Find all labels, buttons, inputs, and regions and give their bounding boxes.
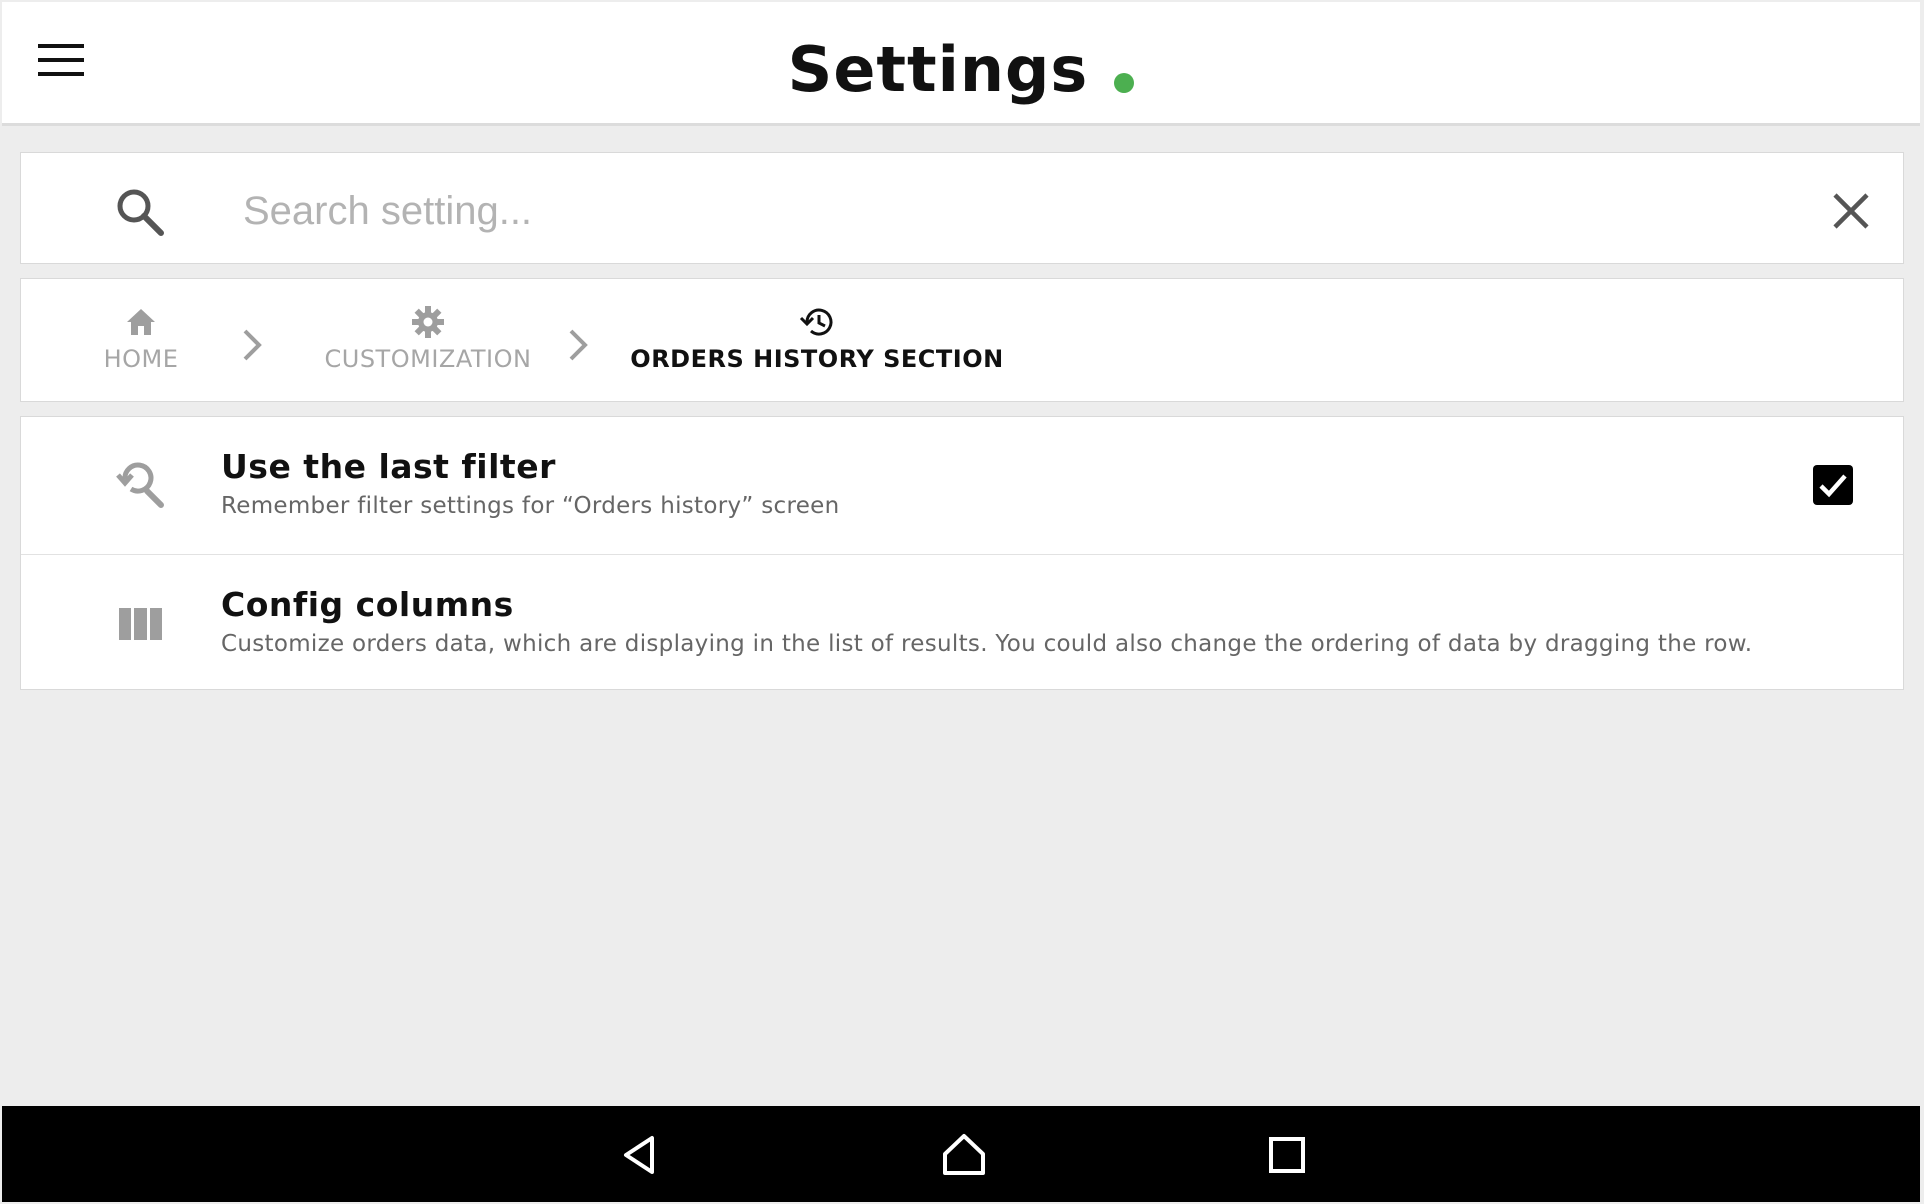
history-icon (799, 308, 833, 336)
home-icon (127, 309, 155, 335)
settings-list: Use the last filter Remember filter sett… (20, 416, 1904, 690)
breadcrumb-home[interactable]: HOME (83, 305, 199, 385)
breadcrumb: HOME CUSTOMIZATION ORDERS HISTORY SECTIO… (20, 278, 1904, 402)
setting-config-columns[interactable]: Config columns Customize orders data, wh… (21, 554, 1903, 692)
recents-icon (1269, 1137, 1305, 1173)
recents-button[interactable] (1260, 1128, 1314, 1182)
breadcrumb-label: CUSTOMIZATION (324, 345, 532, 373)
check-icon (1819, 474, 1847, 498)
use-last-filter-checkbox[interactable] (1813, 465, 1853, 505)
breadcrumb-orders-history[interactable]: ORDERS HISTORY SECTION (627, 305, 1007, 385)
setting-description: Remember filter settings for “Orders his… (221, 493, 840, 519)
search-bar (20, 152, 1904, 264)
status-indicator (1114, 72, 1135, 93)
columns-icon (119, 608, 162, 640)
breadcrumb-label: ORDERS HISTORY SECTION (630, 345, 1004, 373)
search-icon (113, 185, 167, 239)
setting-title: Config columns (221, 585, 514, 624)
system-nav-bar (2, 1106, 1920, 1202)
home-button[interactable] (937, 1128, 991, 1182)
page-title: Settings (787, 33, 1089, 106)
setting-description: Customize orders data, which are display… (221, 631, 1753, 657)
chevron-right-icon (569, 329, 588, 361)
search-history-icon (116, 462, 164, 508)
close-icon (1833, 193, 1869, 229)
setting-title: Use the last filter (221, 447, 556, 486)
breadcrumb-customization[interactable]: CUSTOMIZATION (303, 305, 553, 385)
setting-use-last-filter[interactable]: Use the last filter Remember filter sett… (21, 417, 1903, 554)
breadcrumb-label: HOME (103, 345, 179, 373)
chevron-right-icon (243, 329, 262, 361)
title-area: Settings (2, 30, 1920, 110)
gear-icon (412, 306, 444, 338)
back-icon (624, 1136, 654, 1174)
search-input[interactable] (241, 179, 1765, 243)
app-bar: Settings (2, 2, 1920, 126)
back-button[interactable] (614, 1128, 668, 1182)
clear-search-button[interactable] (1825, 185, 1877, 237)
home-icon (943, 1134, 985, 1175)
